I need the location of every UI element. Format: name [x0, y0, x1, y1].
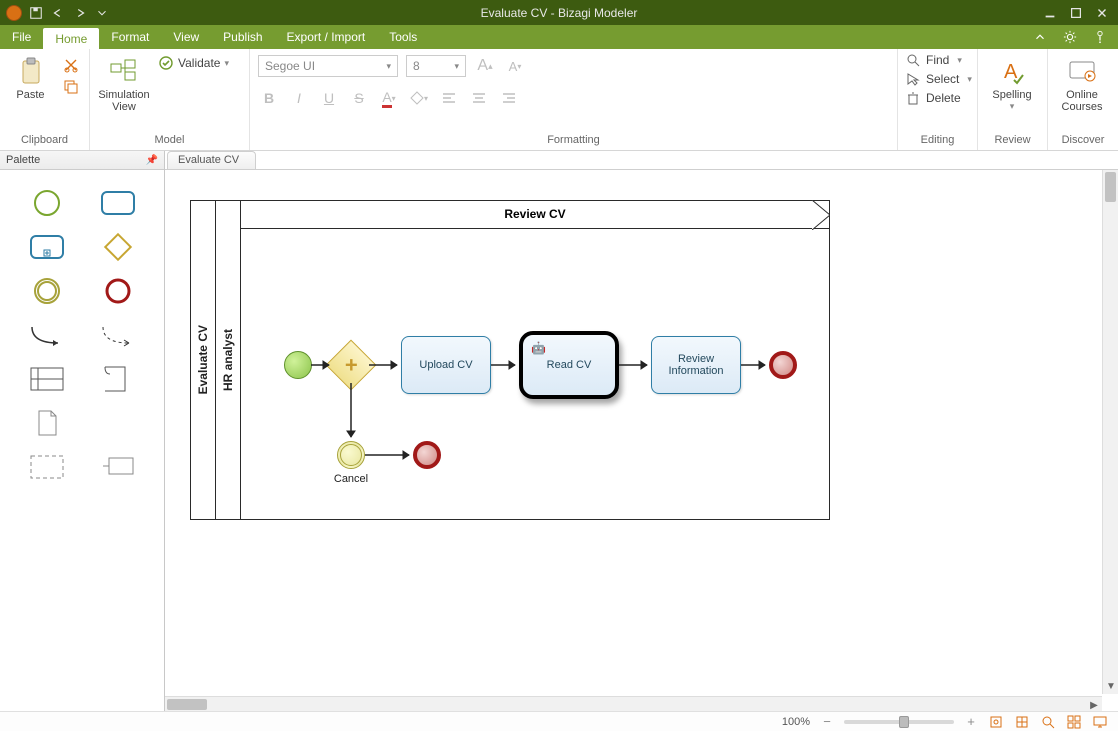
zoom-label: 100%	[782, 716, 810, 728]
find-button[interactable]: Find▾	[906, 53, 972, 67]
palette-task[interactable]	[91, 188, 144, 218]
horizontal-scrollbar[interactable]: ◀▶	[165, 696, 1102, 712]
menu-home[interactable]: Home	[43, 28, 99, 49]
menu-bar: File Home Format View Publish Export / I…	[0, 25, 1118, 49]
palette-data-object[interactable]	[20, 408, 73, 438]
bpmn-end-event[interactable]	[769, 351, 797, 379]
bpmn-task-upload[interactable]: Upload CV	[401, 336, 491, 394]
vertical-scrollbar[interactable]: ▲▼	[1102, 170, 1118, 694]
underline-icon[interactable]: U	[318, 87, 340, 109]
bpmn-start-event[interactable]	[284, 351, 312, 379]
palette-end-event[interactable]	[91, 276, 144, 306]
select-button[interactable]: Select▾	[906, 72, 972, 86]
bold-icon[interactable]: B	[258, 87, 280, 109]
menu-publish[interactable]: Publish	[211, 25, 274, 49]
palette-intermediate-event[interactable]	[20, 276, 73, 306]
cut-icon[interactable]	[61, 57, 81, 73]
bot-task-icon: 🤖	[531, 341, 546, 355]
font-select[interactable]: Segoe UI▾	[258, 55, 398, 77]
cancel-label: Cancel	[321, 473, 381, 485]
tab-strip: Evaluate CV	[165, 151, 1118, 170]
review-caption: Review	[986, 134, 1039, 148]
align-right-icon[interactable]	[498, 87, 520, 109]
diagram-canvas[interactable]: Evaluate CV HR analyst Review CV + Uploa…	[165, 170, 1118, 712]
paste-label: Paste	[16, 89, 44, 101]
menu-file[interactable]: File	[0, 25, 43, 49]
close-icon[interactable]	[1094, 5, 1110, 21]
palette-start-event[interactable]	[20, 188, 73, 218]
app-logo-icon	[6, 5, 22, 21]
grid-icon[interactable]	[1066, 714, 1082, 730]
fit-page-icon[interactable]	[988, 714, 1004, 730]
undo-icon[interactable]	[50, 5, 66, 21]
simulation-view-button[interactable]: Simulation View	[98, 53, 150, 113]
bpmn-task-read[interactable]: 🤖 Read CV	[519, 331, 619, 399]
pool-label: Evaluate CV	[196, 325, 210, 394]
presentation-icon[interactable]	[1092, 714, 1108, 730]
palette-annotation[interactable]	[91, 452, 144, 482]
palette-pool[interactable]	[20, 364, 73, 394]
paste-button[interactable]: Paste	[8, 53, 53, 101]
strike-icon[interactable]: S	[348, 87, 370, 109]
clipboard-caption: Clipboard	[8, 134, 81, 148]
decrease-font-icon[interactable]: A▾	[504, 55, 526, 77]
fill-color-icon[interactable]: ▾	[408, 87, 430, 109]
bpmn-pool[interactable]: Evaluate CV HR analyst Review CV + Uploa…	[190, 200, 830, 520]
formatting-caption: Formatting	[258, 134, 889, 148]
save-icon[interactable]	[28, 5, 44, 21]
palette-gateway[interactable]	[91, 232, 144, 262]
editing-caption: Editing	[906, 134, 969, 148]
align-left-icon[interactable]	[438, 87, 460, 109]
increase-font-icon[interactable]: A▴	[474, 55, 496, 77]
italic-icon[interactable]: I	[288, 87, 310, 109]
maximize-icon[interactable]	[1068, 5, 1084, 21]
palette-subprocess[interactable]	[20, 232, 73, 262]
redo-icon[interactable]	[72, 5, 88, 21]
menu-view[interactable]: View	[161, 25, 211, 49]
model-caption: Model	[98, 134, 241, 148]
palette-lane[interactable]	[91, 364, 144, 394]
validate-button[interactable]: Validate ▾	[158, 53, 229, 71]
zoom-100-icon[interactable]	[1040, 714, 1056, 730]
title-bar: Evaluate CV - Bizagi Modeler	[0, 0, 1118, 25]
palette-group[interactable]	[20, 452, 73, 482]
fit-width-icon[interactable]	[1014, 714, 1030, 730]
svg-text:A: A	[1004, 61, 1018, 83]
help-icon[interactable]	[1092, 29, 1108, 45]
palette-association[interactable]	[91, 320, 144, 350]
subprocess-label: Review CV	[504, 207, 565, 221]
zoom-in-icon[interactable]: +	[964, 715, 978, 729]
status-bar: 100% − +	[0, 711, 1118, 731]
font-color-icon[interactable]: A▾	[378, 87, 400, 109]
delete-button[interactable]: Delete	[906, 91, 972, 105]
bpmn-intermediate-event[interactable]	[337, 441, 365, 469]
bpmn-end-event-cancel[interactable]	[413, 441, 441, 469]
align-center-icon[interactable]	[468, 87, 490, 109]
copy-icon[interactable]	[61, 79, 81, 95]
settings-icon[interactable]	[1062, 29, 1078, 45]
zoom-slider[interactable]	[844, 720, 954, 724]
menu-export[interactable]: Export / Import	[275, 25, 378, 49]
palette-title: Palette	[6, 154, 40, 166]
spelling-button[interactable]: A Spelling▾	[986, 53, 1038, 112]
menu-tools[interactable]: Tools	[377, 25, 429, 49]
online-courses-button[interactable]: Online Courses	[1056, 53, 1108, 113]
lane-label: HR analyst	[221, 329, 235, 391]
collapse-ribbon-icon[interactable]	[1032, 29, 1048, 45]
ribbon: Paste Clipboard Simulation View Validate…	[0, 49, 1118, 151]
palette-sequence-flow[interactable]	[20, 320, 73, 350]
window-title: Evaluate CV - Bizagi Modeler	[481, 6, 638, 20]
diagram-tab[interactable]: Evaluate CV	[167, 151, 256, 169]
pin-icon[interactable]: 📌	[146, 155, 158, 166]
font-size-select[interactable]: 8▾	[406, 55, 466, 77]
palette-empty1	[91, 408, 144, 438]
bpmn-task-review[interactable]: Review Information	[651, 336, 741, 394]
palette-panel: Palette 📌	[0, 151, 165, 712]
minimize-icon[interactable]	[1042, 5, 1058, 21]
quickaccess-dropdown-icon[interactable]	[94, 5, 110, 21]
menu-format[interactable]: Format	[99, 25, 161, 49]
discover-caption: Discover	[1056, 134, 1110, 148]
zoom-out-icon[interactable]: −	[820, 715, 834, 729]
